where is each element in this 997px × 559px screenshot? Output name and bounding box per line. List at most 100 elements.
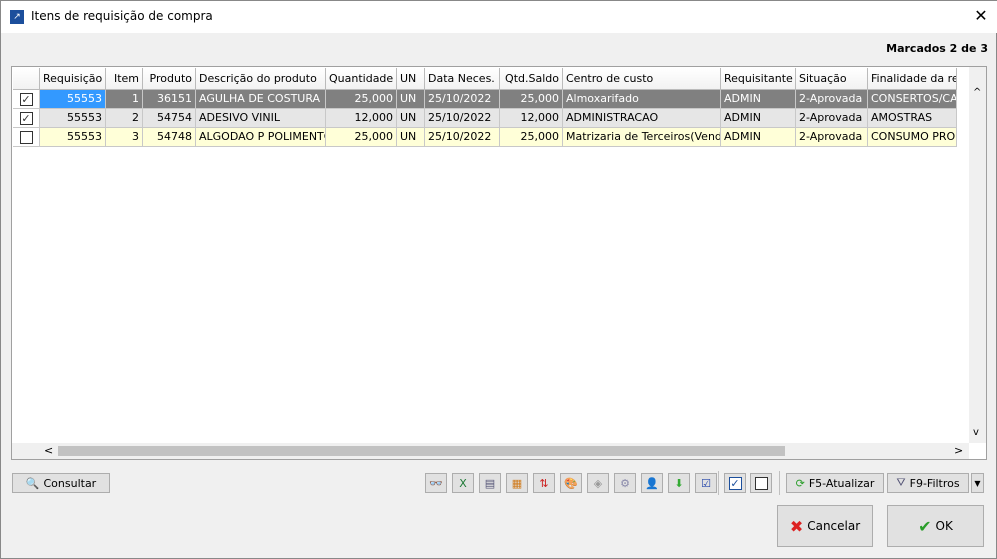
column-header-qtd-saldo[interactable]: Qtd.Saldo: [500, 68, 563, 90]
sort-button[interactable]: ⇅: [533, 473, 555, 493]
check-all-button[interactable]: ✓: [724, 473, 746, 493]
column-header-situacao[interactable]: Situação: [796, 68, 868, 90]
cell-centro-custo: Matrizaria de Terceiros(Venda): [563, 128, 721, 147]
column-header-centro-custo[interactable]: Centro de custo: [563, 68, 721, 90]
cell-situacao: 2-Aprovada: [796, 90, 868, 109]
cancel-button[interactable]: ✖ Cancelar: [777, 505, 873, 547]
cell-descricao: AGULHA DE COSTURA: [196, 90, 326, 109]
table-row[interactable]: ✓ 55553 1 36151 AGULHA DE COSTURA 25,000 UN 25/…: [13, 90, 957, 109]
grid-header: Requisição Item Produto Descrição do produt…: [13, 68, 957, 90]
cell-finalidade: AMOSTRAS: [868, 109, 957, 128]
binoculars-button[interactable]: 👓: [425, 473, 447, 493]
chevron-down-icon: ▼: [974, 478, 981, 488]
row-checkbox[interactable]: [13, 128, 40, 147]
cell-produto: 54754: [143, 109, 196, 128]
cell-quantidade: 25,000: [326, 128, 397, 147]
cell-descricao: ADESIVO VINIL: [196, 109, 326, 128]
header-checkbox-col: [13, 68, 40, 90]
row-checkbox[interactable]: ✓: [13, 109, 40, 128]
column-header-descricao[interactable]: Descrição do produto: [196, 68, 326, 90]
cancel-x-icon: ✖: [789, 516, 804, 536]
marked-count: Marcados 2 de 3: [886, 42, 988, 55]
palette-button[interactable]: 🎨: [560, 473, 582, 493]
checked-checkbox-icon[interactable]: ✓: [19, 111, 33, 125]
cell-un: UN: [397, 90, 425, 109]
funnel-icon: ⛛: [896, 476, 906, 489]
scroll-right-icon[interactable]: >: [954, 444, 963, 457]
download-icon: ⬇: [674, 476, 684, 490]
consultar-button[interactable]: 🔍 Consultar: [12, 473, 110, 493]
close-icon[interactable]: ✕: [969, 5, 993, 27]
cell-requisitante: ADMIN: [721, 128, 796, 147]
scroll-left-icon[interactable]: <: [44, 444, 53, 457]
cell-data-neces: 25/10/2022: [425, 109, 500, 128]
table-row[interactable]: ✓ 55553 2 54754 ADESIVO VINIL 12,000 UN 25/10/2…: [13, 109, 957, 128]
cell-qtd-saldo: 25,000: [500, 90, 563, 109]
cell-data-neces: 25/10/2022: [425, 90, 500, 109]
unchecked-checkbox-icon[interactable]: [19, 130, 33, 144]
column-header-data-neces[interactable]: Data Neces.: [425, 68, 500, 90]
checkmark-icon: ✔: [918, 516, 932, 536]
user-check-button[interactable]: 👤: [641, 473, 663, 493]
calendar-table-icon: ▦: [511, 476, 523, 490]
search-icon: 🔍: [25, 476, 40, 490]
cell-requisicao: 55553: [40, 109, 106, 128]
calendar-table-button[interactable]: ▦: [506, 473, 528, 493]
horizontal-scrollbar[interactable]: < >: [12, 443, 969, 459]
items-grid: Requisição Item Produto Descrição do produt…: [11, 66, 987, 460]
cell-requisicao: 55553: [40, 128, 106, 147]
horizontal-scroll-thumb[interactable]: [58, 446, 785, 456]
filters-button[interactable]: ⛛ F9-Filtros: [887, 473, 969, 493]
excel-icon: X: [459, 476, 467, 490]
row-checkbox[interactable]: ✓: [13, 90, 40, 109]
cell-descricao: ALGODAO P POLIMENTO: [196, 128, 326, 147]
cell-un: UN: [397, 128, 425, 147]
cell-quantidade: 12,000: [326, 109, 397, 128]
app-icon: ↗: [10, 10, 24, 24]
uncheck-all-button[interactable]: [750, 473, 772, 493]
cell-situacao: 2-Aprovada: [796, 128, 868, 147]
scroll-up-icon[interactable]: ^: [973, 87, 981, 98]
cell-qtd-saldo: 12,000: [500, 109, 563, 128]
download-button[interactable]: ⬇: [668, 473, 690, 493]
document-icon: ▤: [484, 476, 496, 490]
filters-dropdown-button[interactable]: ▼: [971, 473, 984, 493]
ok-button[interactable]: ✔ OK: [887, 505, 984, 547]
refresh-icon: ⟳: [795, 476, 805, 490]
column-header-requisicao[interactable]: Requisição: [40, 68, 106, 90]
column-header-requisitante[interactable]: Requisitante: [721, 68, 796, 90]
eraser-icon: ◈: [593, 476, 603, 490]
vertical-scrollbar[interactable]: ^ v: [969, 67, 986, 443]
column-header-quantidade[interactable]: Quantidade: [326, 68, 397, 90]
checked-checkbox-icon[interactable]: ✓: [19, 92, 33, 106]
column-header-finalidade[interactable]: Finalidade da requis: [868, 68, 957, 90]
column-header-produto[interactable]: Produto: [143, 68, 196, 90]
cell-centro-custo: Almoxarifado: [563, 90, 721, 109]
window-title: Itens de requisição de compra: [31, 9, 213, 23]
refresh-button[interactable]: ⟳ F5-Atualizar: [786, 473, 884, 493]
user-check-icon: 👤: [645, 476, 659, 490]
cell-item: 3: [106, 128, 143, 147]
column-header-item[interactable]: Item: [106, 68, 143, 90]
eraser-button[interactable]: ◈: [587, 473, 609, 493]
scroll-down-icon[interactable]: v: [973, 427, 979, 438]
cell-centro-custo: ADMINISTRACAO: [563, 109, 721, 128]
checklist-button[interactable]: ☑: [695, 473, 717, 493]
cell-finalidade: CONSERTOS/CABED: [868, 90, 957, 109]
table-row[interactable]: 55553 3 54748 ALGODAO P POLIMENTO 25,000 UN 25…: [13, 128, 957, 147]
cell-finalidade: CONSUMO PRODUC: [868, 128, 957, 147]
column-header-un[interactable]: UN: [397, 68, 425, 90]
document-button[interactable]: ▤: [479, 473, 501, 493]
gear-button[interactable]: ⚙: [614, 473, 636, 493]
checked-checkbox-icon: ✓: [728, 476, 742, 490]
cell-qtd-saldo: 25,000: [500, 128, 563, 147]
cell-un: UN: [397, 109, 425, 128]
cell-data-neces: 25/10/2022: [425, 128, 500, 147]
sort-icon: ⇅: [539, 476, 549, 490]
cell-requisitante: ADMIN: [721, 90, 796, 109]
cell-item: 2: [106, 109, 143, 128]
checklist-icon: ☑: [701, 476, 711, 490]
unchecked-checkbox-icon: [754, 476, 768, 490]
title-bar: ↗ Itens de requisição de compra ✕: [1, 1, 997, 33]
excel-button[interactable]: X: [452, 473, 474, 493]
